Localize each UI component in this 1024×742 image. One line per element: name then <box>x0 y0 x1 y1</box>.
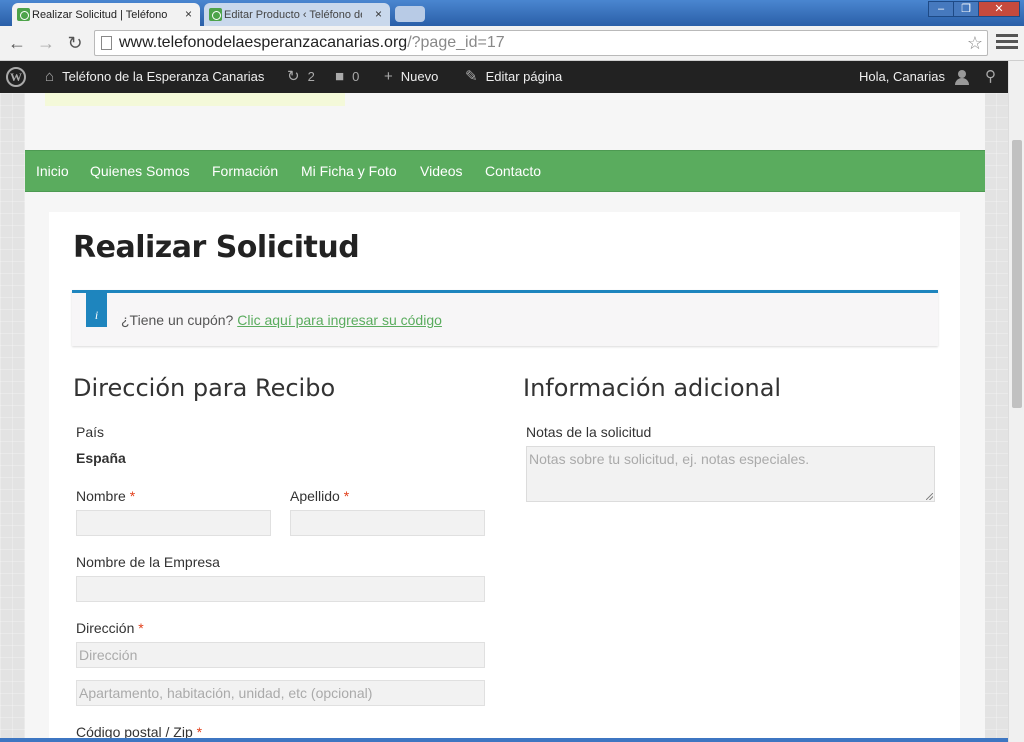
url-host: www.telefonodelaesperanzacanarias.org <box>119 34 408 51</box>
wp-logo-button[interactable]: W <box>6 61 26 93</box>
new-label: Nuevo <box>400 69 439 84</box>
nav-item-videos[interactable]: Videos <box>420 151 463 191</box>
main-navigation: Inicio Quienes Somos Formación Mi Ficha … <box>25 150 985 192</box>
scrollbar-thumb[interactable] <box>1012 140 1022 408</box>
nav-item-formacion[interactable]: Formación <box>212 151 278 191</box>
order-notes-textarea[interactable]: Notas sobre tu solicitud, ej. notas espe… <box>526 446 935 502</box>
nav-item-quienes-somos[interactable]: Quienes Somos <box>90 151 190 191</box>
required-mark: * <box>138 620 144 636</box>
address-label-text: Dirección <box>76 620 135 636</box>
first-name-input[interactable] <box>76 510 271 536</box>
adminbar-search-button[interactable]: ⚲ <box>985 61 996 93</box>
last-name-input[interactable] <box>290 510 485 536</box>
site-favicon-icon <box>209 8 222 21</box>
resize-grip-icon[interactable] <box>926 493 933 500</box>
home-icon: ⌂ <box>45 68 55 85</box>
window-close-button[interactable]: ✕ <box>978 1 1020 17</box>
edit-label: Editar página <box>485 69 563 84</box>
comments-link[interactable]: ■ 0 <box>335 61 359 93</box>
my-account-link[interactable]: Hola, Canarias <box>859 61 969 93</box>
browser-toolbar: ← → ↻ www.telefonodelaesperanzacanarias.… <box>0 26 1024 61</box>
wp-admin-bar: W ⌂ Teléfono de la Esperanza Canarias ↻ … <box>0 61 1008 93</box>
edit-page-link[interactable]: ✎ Editar página <box>465 61 562 93</box>
page-viewport: Inicio Quienes Somos Formación Mi Ficha … <box>0 93 1008 742</box>
coupon-notice: i ¿Tiene un cupón? Clic aquí para ingres… <box>72 290 938 346</box>
tab-realizar-solicitud[interactable]: Realizar Solicitud | Teléfono d × <box>12 3 200 26</box>
avatar-icon <box>955 69 969 85</box>
required-mark: * <box>129 488 136 504</box>
reload-icon[interactable]: ↻ <box>64 32 86 54</box>
window-maximize-button[interactable]: ❐ <box>953 1 979 17</box>
company-input[interactable] <box>76 576 485 602</box>
first-name-label-text: Nombre <box>76 488 126 504</box>
new-tab-button[interactable] <box>395 6 425 22</box>
country-label: País <box>76 424 105 440</box>
comments-count: 0 <box>352 69 360 84</box>
tab-close-icon[interactable]: × <box>185 7 192 21</box>
howdy-text: Hola, Canarias <box>859 69 945 84</box>
site-name: Teléfono de la Esperanza Canarias <box>62 69 265 84</box>
browser-titlebar: Realizar Solicitud | Teléfono d × Editar… <box>0 0 1024 26</box>
updates-icon: ↻ <box>287 68 300 85</box>
info-icon: i <box>86 293 107 327</box>
company-label: Nombre de la Empresa <box>76 554 220 570</box>
tab-title: Realizar Solicitud | Teléfono d <box>32 8 170 21</box>
search-icon: ⚲ <box>985 68 996 85</box>
nav-item-inicio[interactable]: Inicio <box>36 151 69 191</box>
forward-arrow-icon[interactable]: → <box>35 32 57 54</box>
back-arrow-icon[interactable]: ← <box>6 32 28 54</box>
tab-title: Editar Producto ‹ Teléfono de <box>224 8 362 21</box>
site-name-link[interactable]: ⌂ Teléfono de la Esperanza Canarias <box>45 61 264 93</box>
main-content: Realizar Solicitud i ¿Tiene un cupón? Cl… <box>49 212 960 742</box>
billing-heading: Dirección para Recibo <box>73 374 336 402</box>
updates-link[interactable]: ↻ 2 <box>287 61 315 93</box>
nav-item-mi-ficha[interactable]: Mi Ficha y Foto <box>301 151 397 191</box>
page-scrollbar[interactable] <box>1008 61 1024 742</box>
plus-icon: + <box>384 68 393 85</box>
updates-count: 2 <box>307 69 315 84</box>
tab-close-icon[interactable]: × <box>375 7 382 21</box>
site-container: Inicio Quienes Somos Formación Mi Ficha … <box>25 93 985 742</box>
address-input[interactable]: Dirección <box>76 642 485 668</box>
url-path: /?page_id=17 <box>407 34 505 51</box>
wordpress-icon: W <box>6 67 26 87</box>
last-name-label-text: Apellido <box>290 488 340 504</box>
taskbar-strip <box>0 738 1008 742</box>
site-favicon-icon <box>17 8 30 21</box>
additional-info-heading: Información adicional <box>523 374 782 402</box>
address-bar[interactable]: www.telefonodelaesperanzacanarias.org/?p… <box>94 30 988 56</box>
header-banner <box>45 93 345 106</box>
comment-icon: ■ <box>335 68 345 85</box>
window-minimize-button[interactable]: – <box>928 1 954 17</box>
first-name-label: Nombre * <box>76 488 135 504</box>
pencil-icon: ✎ <box>465 68 478 85</box>
address-label: Dirección * <box>76 620 144 636</box>
order-notes-placeholder: Notas sobre tu solicitud, ej. notas espe… <box>529 451 810 467</box>
page-title: Realizar Solicitud <box>73 230 360 265</box>
bookmark-star-icon[interactable]: ☆ <box>967 31 983 55</box>
last-name-label: Apellido * <box>290 488 349 504</box>
country-value: España <box>76 450 126 466</box>
page-icon <box>101 36 112 50</box>
coupon-link[interactable]: Clic aquí para ingresar su código <box>237 312 442 328</box>
coupon-prompt: ¿Tiene un cupón? <box>121 312 234 328</box>
address2-input[interactable]: Apartamento, habitación, unidad, etc (op… <box>76 680 485 706</box>
tab-editar-producto[interactable]: Editar Producto ‹ Teléfono de × <box>204 3 390 26</box>
coupon-notice-text: ¿Tiene un cupón? Clic aquí para ingresar… <box>121 312 442 328</box>
browser-menu-icon[interactable] <box>996 34 1018 52</box>
new-content-link[interactable]: + Nuevo <box>384 61 438 93</box>
order-notes-label: Notas de la solicitud <box>526 424 652 440</box>
nav-item-contacto[interactable]: Contacto <box>485 151 541 191</box>
required-mark: * <box>343 488 350 504</box>
